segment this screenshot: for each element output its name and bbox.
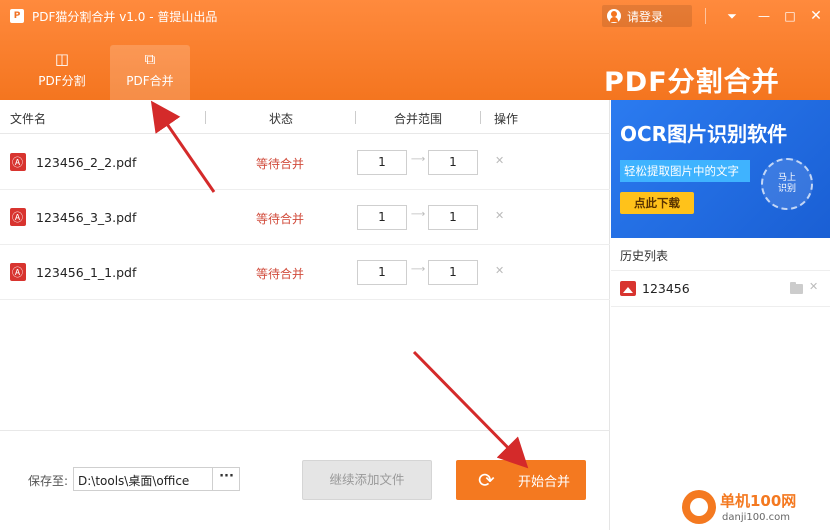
range-from-input[interactable]: 1 xyxy=(357,150,407,175)
start-merge-label: 开始合并 xyxy=(518,475,571,490)
right-sidebar: OCR图片识别软件 轻松提取图片中的文字 点此下载 马上 识别 历史列表 123… xyxy=(611,100,830,530)
folder-icon[interactable] xyxy=(790,282,803,294)
minimize-icon[interactable]: — xyxy=(754,6,774,26)
start-merge-button[interactable]: ⟳ 开始合并 xyxy=(456,460,586,500)
titlebar-divider xyxy=(705,8,706,24)
brand-title: PDF分割合并 xyxy=(604,67,780,98)
ad-download-button[interactable]: 点此下载 xyxy=(620,192,694,214)
file-status: 等待合并 xyxy=(256,267,305,281)
login-label: 请登录 xyxy=(627,9,664,24)
file-list-panel: 文件名 状态 合并范围 操作 123456_2_2.pdf 等待合并 1 ⟶ 1… xyxy=(0,100,610,530)
refresh-icon: ⟳ xyxy=(478,468,495,492)
browse-button[interactable]: ··· xyxy=(212,468,240,490)
ad-subtitle: 轻松提取图片中的文字 xyxy=(620,160,750,182)
user-icon xyxy=(607,9,621,23)
maximize-icon[interactable]: □ xyxy=(780,6,800,26)
range-to-input[interactable]: 1 xyxy=(428,260,478,285)
pdf-file-icon xyxy=(10,263,26,281)
header-range: 合并范围 xyxy=(394,112,443,126)
pdf-file-icon xyxy=(10,208,26,226)
table-row[interactable]: 123456_3_3.pdf 等待合并 1 ⟶ 1 ✕ xyxy=(0,190,610,245)
watermark-logo-icon xyxy=(682,490,716,524)
ocr-ad-banner[interactable]: OCR图片识别软件 轻松提取图片中的文字 点此下载 马上 识别 xyxy=(611,100,830,238)
image-file-icon xyxy=(620,281,636,296)
watermark-name: 单机100网 xyxy=(720,492,797,510)
save-path-value: D:\tools\桌面\office xyxy=(78,474,190,488)
file-name: 123456_2_2.pdf xyxy=(36,155,137,170)
footer-divider xyxy=(0,430,610,431)
header-divider xyxy=(205,111,206,124)
tab-pdf-merge[interactable]: ⧉ PDF合并 xyxy=(110,45,190,100)
ad-badge-line2: 识别 xyxy=(777,184,796,194)
table-row[interactable]: 123456_1_1.pdf 等待合并 1 ⟶ 1 ✕ xyxy=(0,245,610,300)
tab-pdf-split-label: PDF分割 xyxy=(38,74,86,88)
table-row[interactable]: 123456_2_2.pdf 等待合并 1 ⟶ 1 ✕ xyxy=(0,135,610,190)
delete-icon[interactable]: ✕ xyxy=(809,280,818,293)
pdf-file-icon xyxy=(10,153,26,171)
ad-badge-line1: 马上 xyxy=(777,173,796,183)
save-path-input[interactable]: D:\tools\桌面\office ··· xyxy=(73,467,240,491)
app-logo-icon: P xyxy=(10,9,24,23)
ad-title: OCR图片识别软件 xyxy=(620,122,788,146)
range-to-input[interactable]: 1 xyxy=(428,150,478,175)
header-status: 状态 xyxy=(269,112,294,126)
site-watermark: 单机100网 danji100.com xyxy=(680,488,830,530)
table-header: 文件名 状态 合并范围 操作 xyxy=(0,100,610,134)
header-action: 操作 xyxy=(494,112,519,126)
app-header: P PDF猫分割合并 v1.0 - 普提山出品 请登录 ⏷ — □ ✕ ◫ PD… xyxy=(0,0,830,100)
arrow-right-icon: ⟶ xyxy=(410,209,426,220)
watermark-url: danji100.com xyxy=(722,512,790,523)
split-icon: ◫ xyxy=(54,50,70,68)
save-to-label: 保存至: xyxy=(28,474,69,488)
file-status: 等待合并 xyxy=(256,157,305,171)
file-name: 123456_3_3.pdf xyxy=(36,210,137,225)
login-button[interactable]: 请登录 xyxy=(602,5,692,27)
history-item-name: 123456 xyxy=(642,281,690,296)
tab-pdf-split[interactable]: ◫ PDF分割 xyxy=(22,45,102,100)
file-status: 等待合并 xyxy=(256,212,305,226)
history-item[interactable]: 123456 ✕ xyxy=(611,271,830,307)
ad-recognize-badge: 马上 识别 xyxy=(761,158,813,210)
add-more-files-button[interactable]: 继续添加文件 xyxy=(302,460,432,500)
delete-icon[interactable]: ✕ xyxy=(495,154,504,167)
range-from-input[interactable]: 1 xyxy=(357,205,407,230)
range-to-input[interactable]: 1 xyxy=(428,205,478,230)
delete-icon[interactable]: ✕ xyxy=(495,209,504,222)
merge-icon: ⧉ xyxy=(144,50,156,68)
tab-pdf-merge-label: PDF合并 xyxy=(126,74,174,88)
history-title: 历史列表 xyxy=(620,249,669,263)
file-name: 123456_1_1.pdf xyxy=(36,265,137,280)
arrow-right-icon: ⟶ xyxy=(410,154,426,165)
range-from-input[interactable]: 1 xyxy=(357,260,407,285)
header-divider xyxy=(355,111,356,124)
chevron-down-icon[interactable]: ⏷ xyxy=(722,6,742,26)
header-filename: 文件名 xyxy=(10,112,47,126)
window-title: PDF猫分割合并 v1.0 - 普提山出品 xyxy=(32,10,218,24)
arrow-right-icon: ⟶ xyxy=(410,264,426,275)
header-divider xyxy=(480,111,481,124)
title-bar: P PDF猫分割合并 v1.0 - 普提山出品 请登录 ⏷ — □ ✕ xyxy=(0,0,830,32)
close-icon[interactable]: ✕ xyxy=(806,6,826,26)
delete-icon[interactable]: ✕ xyxy=(495,264,504,277)
